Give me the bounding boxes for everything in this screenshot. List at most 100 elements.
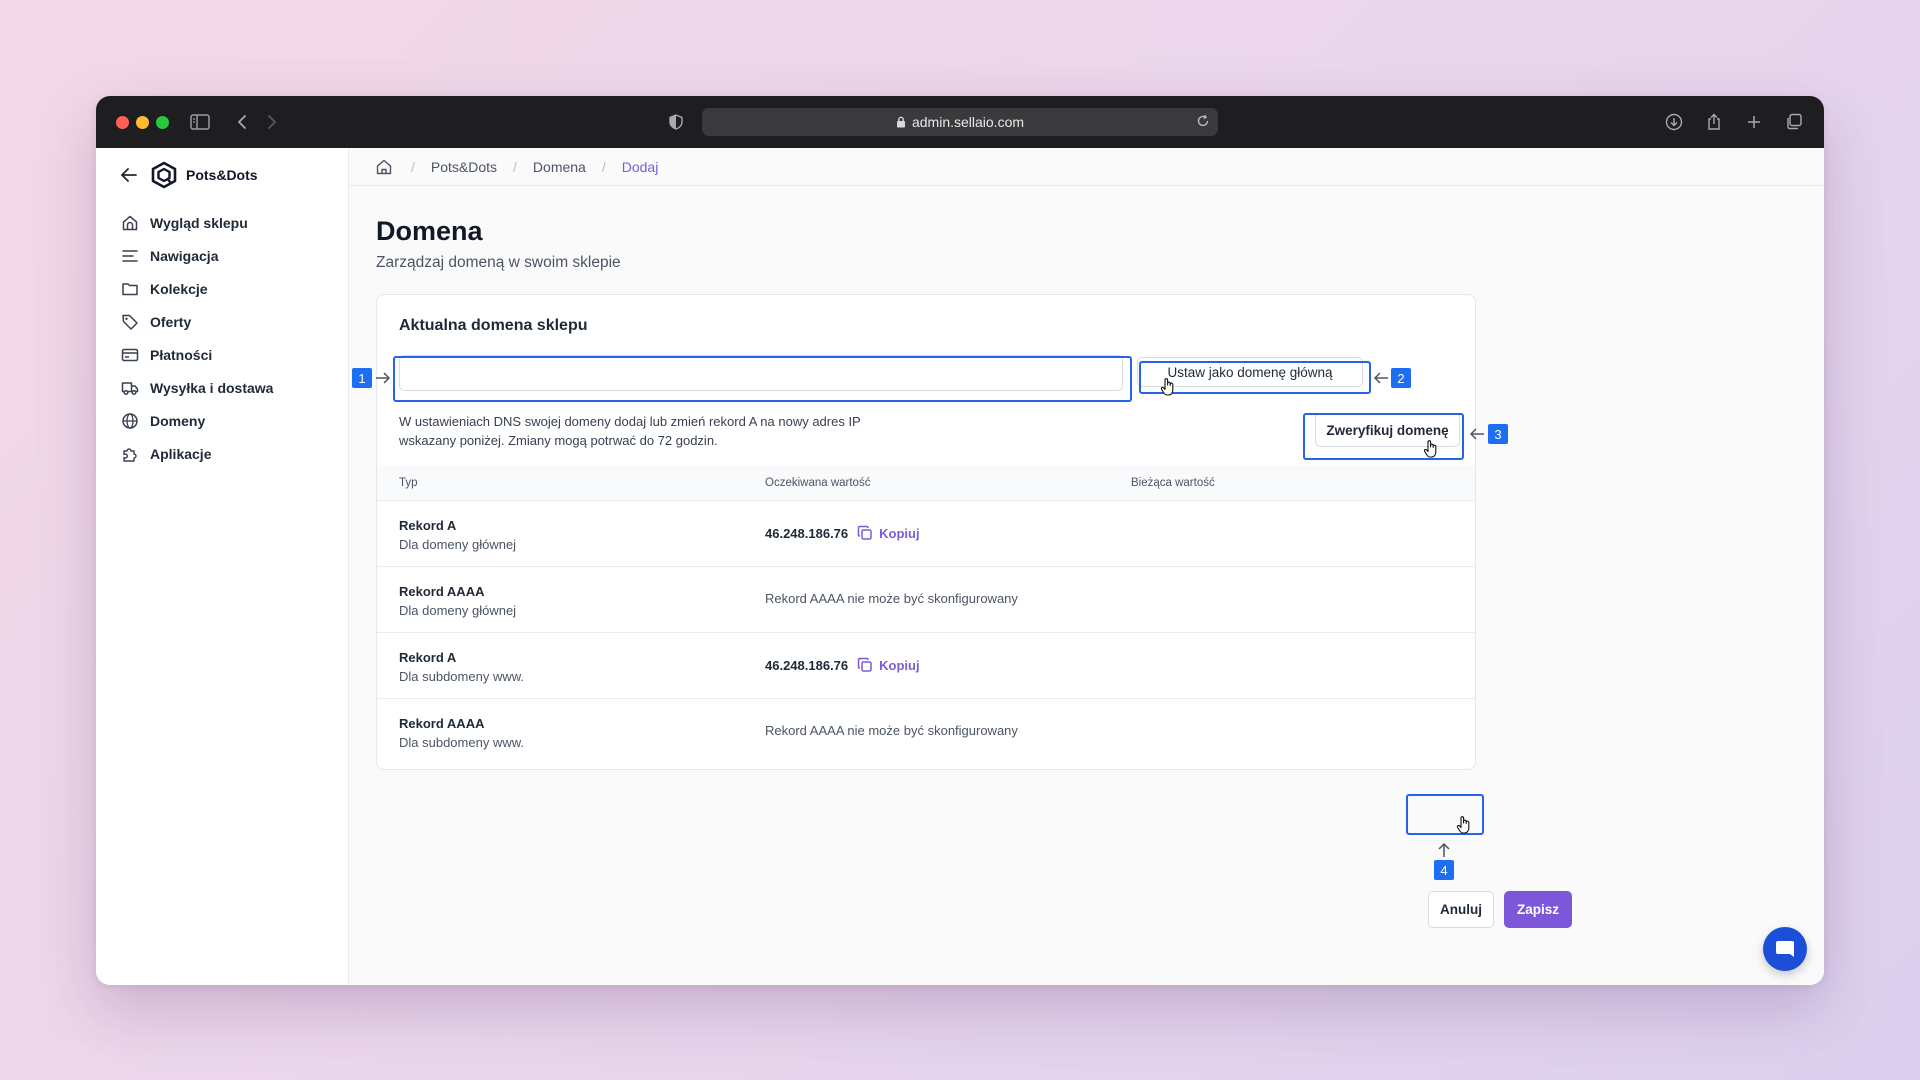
sidebar-item-domains[interactable]: Domeny — [120, 404, 340, 437]
record-type: Rekord A — [399, 518, 457, 533]
back-arrow-icon[interactable] — [120, 165, 140, 185]
domain-input[interactable] — [399, 355, 1123, 391]
sidebar-item-label: Aplikacje — [150, 445, 212, 462]
verify-domain-button[interactable]: Zweryfikuj domenę — [1315, 413, 1460, 447]
ip-address: 46.248.186.76 — [765, 525, 849, 541]
expected-value-cell: Rekord AAAA nie może być skonfigurowany — [765, 591, 1018, 606]
sidebar-item-label: Wygląd sklepu — [150, 214, 248, 231]
home-icon — [120, 213, 140, 233]
card-title: Aktualna domena sklepu — [399, 317, 588, 334]
arrow-left-icon — [1373, 371, 1389, 385]
record-type-cell: Rekord A Dla subdomeny www. — [399, 650, 524, 684]
shield-icon[interactable] — [664, 110, 688, 134]
breadcrumb-domain[interactable]: Domena — [533, 159, 586, 175]
new-tab-icon[interactable] — [1742, 110, 1766, 134]
sidebar-item-label: Nawigacja — [150, 247, 219, 264]
record-type: Rekord A — [399, 650, 457, 665]
page-title: Domena — [376, 216, 483, 246]
record-scope: Dla domeny głównej — [399, 537, 517, 552]
chat-button[interactable] — [1763, 927, 1807, 971]
table-header: Typ Oczekiwana wartość Bieżąca wartość — [377, 465, 1475, 501]
dns-help-text: W ustawieniach DNS swojej domeny dodaj l… — [399, 412, 919, 450]
forward-arrow-icon[interactable] — [260, 110, 284, 134]
tag-icon — [120, 312, 140, 332]
copy-icon[interactable] — [857, 525, 873, 541]
not-configurable-note: Rekord AAAA nie może być skonfigurowany — [765, 723, 1018, 738]
record-type: Rekord AAAA — [399, 584, 485, 599]
dns-records-table: Typ Oczekiwana wartość Bieżąca wartość R… — [377, 465, 1475, 765]
table-row: Rekord AAAA Dla domeny głównej Rekord AA… — [377, 567, 1475, 633]
record-type-cell: Rekord A Dla domeny głównej — [399, 518, 516, 552]
arrow-up-icon — [1437, 842, 1451, 858]
step-marker-4: 4 — [1434, 860, 1454, 880]
maximize-window-button[interactable] — [156, 116, 169, 129]
tabs-overview-icon[interactable] — [1782, 110, 1806, 134]
record-type: Rekord AAAA — [399, 716, 485, 731]
sidebar-item-label: Wysyłka i dostawa — [150, 379, 274, 396]
browser-titlebar: admin.sellaio.com — [96, 96, 1824, 148]
save-button[interactable]: Zapisz — [1504, 891, 1572, 928]
puzzle-icon — [120, 444, 140, 464]
lock-icon — [896, 116, 906, 128]
menu-lines-icon — [120, 246, 140, 266]
browser-window: admin.sellaio.com Pots&Dots Wygląd sklep… — [96, 96, 1824, 985]
sidebar-item-shipping[interactable]: Wysyłka i dostawa — [120, 371, 340, 404]
url-text: admin.sellaio.com — [911, 114, 1025, 130]
cancel-button[interactable]: Anuluj — [1428, 891, 1494, 928]
sidebar-item-navigation[interactable]: Nawigacja — [120, 239, 340, 272]
breadcrumb-add: Dodaj — [621, 158, 659, 175]
column-header-expected: Oczekiwana wartość — [765, 477, 871, 489]
reload-icon[interactable] — [1196, 114, 1210, 128]
expected-value-cell: 46.248.186.76 Kopiuj — [765, 525, 920, 541]
globe-icon — [120, 411, 140, 431]
domain-card: Aktualna domena sklepu Ustaw jako domenę… — [376, 294, 1476, 770]
sidebar-item-store-appearance[interactable]: Wygląd sklepu — [120, 206, 340, 239]
close-window-button[interactable] — [116, 116, 129, 129]
copy-link[interactable]: Kopiuj — [879, 658, 919, 673]
expected-value-cell: Rekord AAAA nie może być skonfigurowany — [765, 723, 1018, 738]
step-marker-1: 1 — [352, 368, 372, 388]
sidebar-item-label: Płatności — [150, 346, 213, 363]
record-scope: Dla subdomeny www. — [399, 735, 524, 750]
table-row: Rekord A Dla subdomeny www. 46.248.186.7… — [377, 633, 1475, 699]
breadcrumb: / Pots&Dots / Domena / Dodaj — [349, 148, 1824, 186]
breadcrumb-separator: / — [411, 158, 415, 175]
folder-icon — [120, 279, 140, 299]
arrow-left-icon — [1469, 427, 1485, 441]
chat-bubble-icon — [1774, 938, 1796, 960]
page-subtitle: Zarządzaj domeną w swoim sklepie — [376, 254, 621, 271]
sidebar-item-offers[interactable]: Oferty — [120, 305, 340, 338]
brand-logo-icon — [150, 161, 178, 189]
share-icon[interactable] — [1702, 110, 1726, 134]
step-marker-3: 3 — [1488, 424, 1508, 444]
record-scope: Dla domeny głównej — [399, 603, 517, 618]
brand-name: Pots&Dots — [186, 167, 258, 183]
table-row: Rekord A Dla domeny głównej 46.248.186.7… — [377, 501, 1475, 567]
credit-card-icon — [120, 345, 140, 365]
copy-link[interactable]: Kopiuj — [879, 526, 919, 541]
record-type-cell: Rekord AAAA Dla subdomeny www. — [399, 716, 524, 750]
breadcrumb-store[interactable]: Pots&Dots — [431, 159, 497, 175]
sidebar-item-apps[interactable]: Aplikacje — [120, 437, 340, 470]
copy-icon[interactable] — [857, 657, 873, 673]
sidebar-item-collections[interactable]: Kolekcje — [120, 272, 340, 305]
sidebar-item-payments[interactable]: Płatności — [120, 338, 340, 371]
truck-icon — [120, 378, 140, 398]
dns-help-line: wskazany poniżej. Zmiany mogą potrwać do… — [399, 433, 718, 448]
sidebar-item-label: Kolekcje — [150, 280, 208, 297]
sidebar-item-label: Oferty — [150, 313, 192, 330]
step-marker-2: 2 — [1391, 368, 1411, 388]
set-primary-domain-button[interactable]: Ustaw jako domenę główną — [1137, 357, 1363, 387]
minimize-window-button[interactable] — [136, 116, 149, 129]
download-icon[interactable] — [1662, 110, 1686, 134]
expected-value-cell: 46.248.186.76 Kopiuj — [765, 657, 920, 673]
home-icon[interactable] — [375, 157, 395, 177]
ip-address: 46.248.186.76 — [765, 657, 849, 673]
record-type-cell: Rekord AAAA Dla domeny głównej — [399, 584, 516, 618]
address-bar[interactable]: admin.sellaio.com — [702, 108, 1218, 136]
back-arrow-icon[interactable] — [230, 110, 254, 134]
breadcrumb-separator: / — [601, 158, 606, 175]
sidebar-toggle-icon[interactable] — [188, 110, 212, 134]
not-configurable-note: Rekord AAAA nie może być skonfigurowany — [765, 591, 1018, 606]
sidebar-item-label: Domeny — [150, 412, 206, 429]
